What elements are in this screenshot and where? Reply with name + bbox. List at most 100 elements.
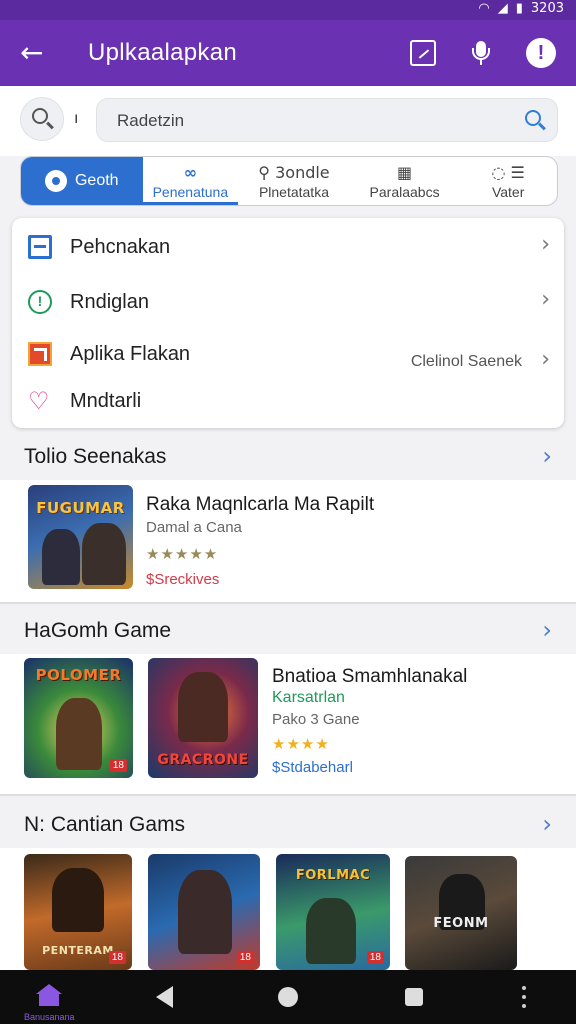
- chat-filter-icon: ◌ ☰: [491, 163, 525, 182]
- menu-card: Pehcnakan › ! Rndiglan › Aplika Flakan C…: [12, 218, 564, 428]
- grid-icon: ▦: [397, 163, 413, 182]
- infinity-icon: ∞: [183, 163, 198, 182]
- menu-item-label: Mndtarli: [70, 390, 142, 412]
- tile-icon: [28, 342, 52, 366]
- divider: [0, 794, 576, 796]
- chevron-right-icon: ›: [541, 287, 550, 312]
- status-bar: ◠ ◢ ▮ 3203: [0, 0, 576, 20]
- home-icon[interactable]: [36, 984, 62, 1006]
- divider: [0, 602, 576, 604]
- menu-item-value: Clelinol Saenek: [410, 353, 522, 370]
- alert-circle-icon: !: [28, 290, 52, 314]
- section-header[interactable]: HaGomh Game ›: [0, 606, 576, 656]
- artwork-caption: FORLMAC: [295, 868, 371, 883]
- category-tabs: Geoth ∞ Penenatuna ⚲ 3ondle Plnetatatka …: [20, 156, 558, 206]
- app-title[interactable]: Bnatioa Smamhlanakal: [272, 666, 467, 688]
- age-badge: 18: [236, 951, 254, 964]
- character-figure: [42, 529, 80, 585]
- tab-vater[interactable]: ◌ ☰ Vater: [459, 157, 557, 205]
- search-button[interactable]: [20, 97, 64, 141]
- app-bar: ← Uplkaalapkan !: [0, 20, 576, 86]
- menu-item-label: Rndiglan: [70, 291, 149, 313]
- tab-plnetatatka[interactable]: ⚲ 3ondle Plnetatatka: [238, 157, 350, 205]
- tab-label: Penenatuna: [152, 184, 229, 200]
- chevron-right-icon[interactable]: ›: [542, 810, 552, 838]
- wifi-icon: ◠: [478, 1, 490, 16]
- menu-item-pehcnakan[interactable]: Pehcnakan ›: [12, 226, 564, 266]
- game-artwork[interactable]: PENTERAM 18: [24, 854, 132, 970]
- age-badge: 18: [108, 951, 126, 964]
- tab-label: Paralaabcs: [369, 184, 440, 200]
- status-icons: ◠ ◢ ▮ 3203: [478, 1, 564, 16]
- app-price: $Sreckives: [146, 571, 220, 588]
- age-badge: 18: [109, 759, 127, 772]
- age-badge: 18: [366, 951, 384, 964]
- tab-paralaabcs[interactable]: ▦ Paralaabcs: [350, 157, 460, 205]
- character-figure: [52, 868, 104, 932]
- menu-item-aplika-flakan[interactable]: Aplika Flakan Clelinol Saenek ›: [12, 333, 564, 373]
- home-label: Banusanana: [24, 1012, 75, 1022]
- character-figure: [56, 698, 102, 770]
- more-vertical-icon[interactable]: [522, 986, 526, 1010]
- artwork-caption: GRACRONE: [157, 752, 249, 768]
- character-figure: [82, 523, 126, 585]
- app-price: $Stdabeharl: [272, 759, 353, 776]
- chevron-right-icon[interactable]: ›: [542, 616, 552, 644]
- section-title: N: Cantian Gams: [24, 813, 186, 836]
- game-artwork[interactable]: FUGUMAR: [28, 485, 133, 589]
- edit-icon[interactable]: [410, 40, 436, 66]
- card-icon: [28, 235, 52, 259]
- game-artwork[interactable]: GRACRONE: [148, 658, 258, 778]
- menu-item-label: Pehcnakan: [70, 236, 171, 258]
- text-cursor: ı: [74, 110, 79, 127]
- menu-item-mndtarli[interactable]: ♡ Mndtarli: [12, 380, 564, 420]
- microphone-icon[interactable]: [468, 40, 494, 66]
- section-title: Tolio Seenakas: [24, 445, 167, 468]
- menu-item-label: Aplika Flakan: [70, 343, 191, 365]
- tab-penenatuna[interactable]: ∞ Penenatuna: [142, 157, 239, 205]
- chevron-right-icon[interactable]: ›: [542, 442, 552, 470]
- artwork-caption: FEONM: [433, 916, 489, 931]
- status-time: 3203: [530, 1, 564, 16]
- page-title: Uplkaalapkan: [88, 39, 238, 66]
- menu-item-rndiglan[interactable]: ! Rndiglan ›: [12, 281, 564, 321]
- tab-geoth[interactable]: Geoth: [21, 157, 143, 205]
- navigation-bar: Banusanana: [0, 970, 576, 1024]
- character-figure: [306, 898, 356, 964]
- location-pin-icon: ⚲: [258, 163, 276, 182]
- search-input[interactable]: Radetzin: [96, 98, 558, 142]
- search-icon: [32, 108, 48, 124]
- section-header[interactable]: Tolio Seenakas ›: [0, 432, 576, 482]
- tab-label: Plnetatatka: [258, 184, 329, 200]
- search-icon[interactable]: [525, 110, 541, 126]
- section-header[interactable]: N: Cantian Gams ›: [0, 800, 576, 850]
- heart-icon: ♡: [28, 387, 50, 415]
- nav-home-circle-icon[interactable]: [278, 987, 298, 1007]
- app-title[interactable]: Raka Maqnlcarla Ma Rapilt: [146, 494, 374, 516]
- rating-stars: ★★★★: [272, 735, 330, 753]
- tab-label: Vater: [491, 184, 525, 200]
- section-title: HaGomh Game: [24, 619, 172, 642]
- nav-recents-icon[interactable]: [405, 988, 423, 1006]
- tab-label: Geoth: [74, 172, 119, 189]
- chevron-right-icon: ›: [541, 232, 550, 257]
- game-artwork[interactable]: FEONM: [405, 856, 517, 970]
- tab-top-label: 3ondle: [275, 163, 330, 182]
- gear-icon: [44, 170, 67, 192]
- app-tag: Karsatrlan: [272, 689, 345, 706]
- character-figure: [178, 870, 232, 954]
- search-placeholder: Radetzin: [117, 111, 185, 130]
- app-subtitle: Damal a Cana: [146, 519, 242, 536]
- signal-icon: ◢: [497, 1, 508, 16]
- app-subtitle: Pako 3 Gane: [272, 711, 360, 728]
- chevron-right-icon: ›: [541, 347, 550, 372]
- back-arrow-icon[interactable]: ←: [20, 36, 43, 69]
- game-artwork[interactable]: 18: [148, 854, 260, 970]
- battery-icon: ▮: [515, 1, 523, 16]
- artwork-caption: POLOMER: [35, 666, 122, 684]
- game-artwork[interactable]: FORLMAC 18: [276, 854, 390, 970]
- game-artwork[interactable]: POLOMER 18: [24, 658, 133, 778]
- artwork-caption: FUGUMAR: [36, 499, 125, 517]
- info-icon[interactable]: !: [526, 38, 556, 68]
- nav-back-icon[interactable]: [156, 986, 173, 1008]
